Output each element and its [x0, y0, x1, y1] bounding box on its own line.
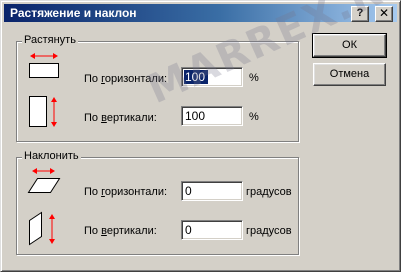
cancel-button[interactable]: Отмена [313, 63, 386, 86]
stretch-vertical-label: По вертикали: [84, 112, 157, 124]
stretch-vertical-unit: % [249, 111, 259, 123]
stretch-group-label: Растянуть [22, 34, 78, 46]
stretch-horizontal-input[interactable] [184, 70, 208, 84]
skew-horizontal-field[interactable] [181, 181, 243, 201]
ok-button[interactable]: ОК [312, 33, 387, 58]
skew-vertical-field[interactable] [181, 220, 243, 240]
title-bar[interactable]: Растяжение и наклон ? ✕ [4, 4, 397, 22]
stretch-horizontal-field[interactable] [181, 67, 243, 87]
skew-horizontal-unit: градусов [246, 186, 292, 198]
close-button[interactable]: ✕ [375, 6, 393, 22]
stretch-horizontal-icon [29, 53, 59, 78]
window-title: Растяжение и наклон [10, 6, 137, 20]
skew-horizontal-icon [27, 168, 61, 193]
skew-group-label: Наклонить [22, 150, 81, 162]
skew-horizontal-label: По горизонтали: [84, 186, 168, 198]
stretch-skew-dialog: Растяжение и наклон ? ✕ Растянуть По гор… [0, 0, 401, 272]
skew-vertical-icon [29, 211, 55, 246]
help-button[interactable]: ? [351, 6, 369, 22]
skew-vertical-label: По вертикали: [84, 225, 157, 237]
stretch-vertical-icon [29, 96, 57, 127]
skew-group: Наклонить По горизонтали: градусов По ве… [16, 150, 299, 255]
skew-vertical-input[interactable] [184, 223, 242, 237]
skew-horizontal-input[interactable] [184, 184, 242, 198]
stretch-vertical-field[interactable] [181, 106, 243, 126]
stretch-horizontal-label: По горизонтали: [84, 73, 168, 85]
stretch-vertical-input[interactable] [184, 109, 242, 123]
skew-vertical-unit: градусов [246, 225, 292, 237]
stretch-group: Растянуть По горизонтали: % По вертикали… [16, 34, 299, 142]
stretch-horizontal-unit: % [249, 72, 259, 84]
